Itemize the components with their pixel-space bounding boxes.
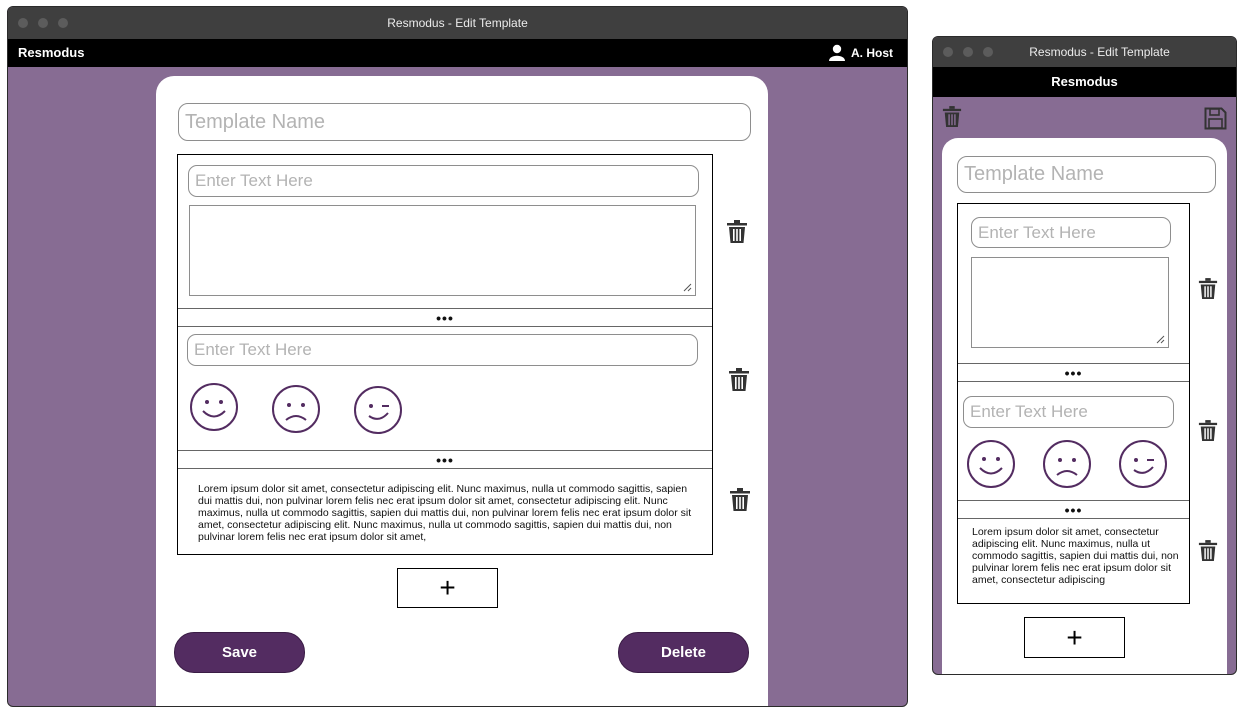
smile-face-icon[interactable]: [966, 439, 1016, 489]
window-controls: [943, 37, 993, 67]
frown-face-icon[interactable]: [1042, 439, 1092, 489]
template-editor-card: Template Name Enter Text Here ••• Enter …: [942, 138, 1227, 674]
add-section-button[interactable]: +: [1024, 617, 1125, 658]
frown-face-icon[interactable]: [271, 384, 321, 434]
section-2-title-input[interactable]: Enter Text Here: [187, 334, 698, 366]
section-3-text[interactable]: Lorem ipsum dolor sit amet, consectetur …: [198, 483, 698, 543]
section-divider[interactable]: •••: [178, 450, 712, 469]
section-3-text[interactable]: Lorem ipsum dolor sit amet, consectetur …: [972, 526, 1182, 586]
trash-icon[interactable]: [1198, 278, 1218, 300]
trash-icon[interactable]: [1198, 420, 1218, 442]
user-icon: [829, 44, 845, 61]
app-logo-text[interactable]: Resmodus: [1051, 74, 1117, 89]
delete-button[interactable]: Delete: [618, 632, 749, 673]
smile-face-icon[interactable]: [189, 382, 239, 432]
section-divider[interactable]: •••: [958, 500, 1189, 519]
maximize-window-button[interactable]: [983, 47, 993, 57]
app-header: Resmodus A. Host: [8, 39, 907, 67]
section-1-title-input[interactable]: Enter Text Here: [188, 165, 699, 197]
section-2-title-input[interactable]: Enter Text Here: [963, 396, 1174, 428]
section-1-textarea[interactable]: [189, 205, 696, 296]
trash-icon[interactable]: [726, 220, 748, 244]
minimize-window-button[interactable]: [963, 47, 973, 57]
desktop-window: Resmodus - Edit Template Resmodus A. Hos…: [7, 6, 908, 707]
close-window-button[interactable]: [943, 47, 953, 57]
mobile-window: Resmodus - Edit Template Resmodus Templa…: [932, 36, 1237, 675]
wink-face-icon[interactable]: [1118, 439, 1168, 489]
resize-grip-icon[interactable]: [1155, 334, 1165, 344]
template-sections-box: Enter Text Here ••• Enter Text Here ••• …: [957, 203, 1190, 604]
template-editor-card: Template Name Enter Text Here ••• Enter …: [156, 76, 768, 706]
maximize-window-button[interactable]: [58, 18, 68, 28]
section-1-title-input[interactable]: Enter Text Here: [971, 217, 1171, 248]
wink-face-icon[interactable]: [353, 385, 403, 435]
section-divider[interactable]: •••: [178, 308, 712, 327]
window-titlebar: Resmodus - Edit Template: [933, 37, 1236, 67]
minimize-window-button[interactable]: [38, 18, 48, 28]
add-section-button[interactable]: +: [397, 568, 498, 608]
section-divider[interactable]: •••: [958, 363, 1189, 382]
close-window-button[interactable]: [18, 18, 28, 28]
window-title: Resmodus - Edit Template: [1029, 45, 1170, 59]
user-menu[interactable]: A. Host: [829, 44, 893, 61]
section-1-textarea[interactable]: [971, 257, 1169, 348]
trash-icon[interactable]: [729, 488, 751, 512]
window-title: Resmodus - Edit Template: [387, 16, 528, 30]
user-name: A. Host: [851, 45, 893, 60]
app-header: Resmodus: [933, 67, 1236, 97]
template-name-input[interactable]: Template Name: [178, 103, 751, 141]
resize-grip-icon[interactable]: [682, 282, 692, 292]
save-disk-icon[interactable]: [1204, 107, 1227, 130]
trash-icon[interactable]: [728, 368, 750, 392]
template-name-input[interactable]: Template Name: [957, 156, 1216, 193]
save-button[interactable]: Save: [174, 632, 305, 673]
template-sections-box: Enter Text Here ••• Enter Text Here ••• …: [177, 154, 713, 555]
trash-icon[interactable]: [942, 106, 962, 128]
trash-icon[interactable]: [1198, 540, 1218, 562]
app-logo-text[interactable]: Resmodus: [18, 45, 84, 60]
window-controls: [18, 7, 68, 39]
window-titlebar: Resmodus - Edit Template: [8, 7, 907, 39]
